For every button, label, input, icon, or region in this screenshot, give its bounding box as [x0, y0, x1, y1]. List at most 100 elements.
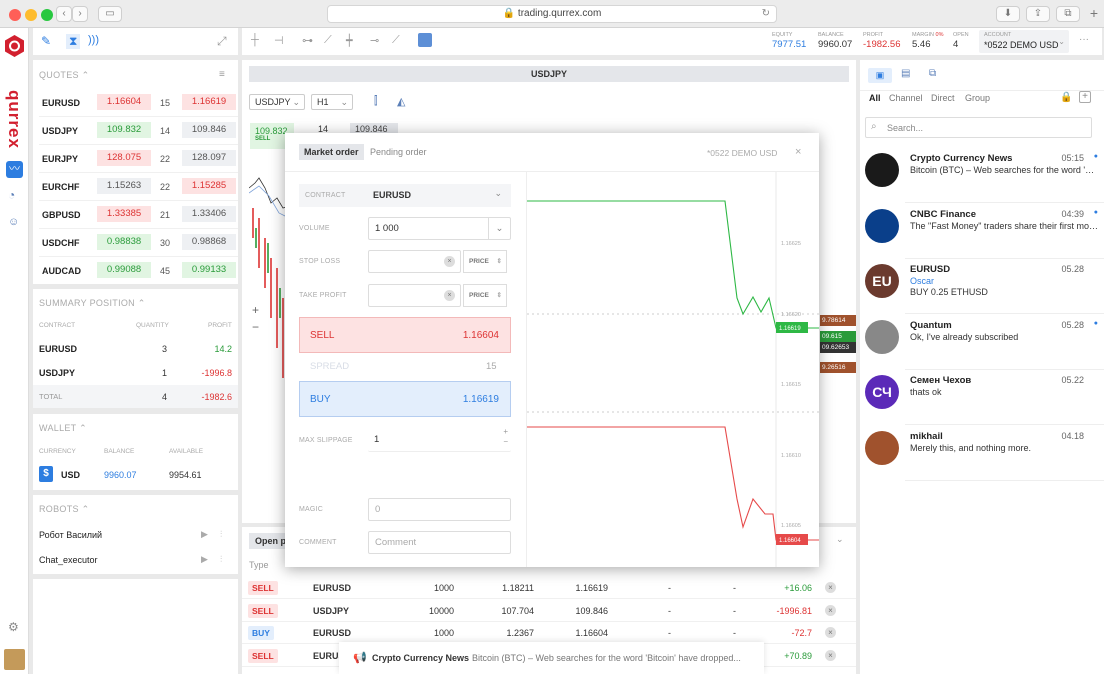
- segment-icon[interactable]: ⊶: [302, 34, 313, 47]
- quote-bid[interactable]: 109.832: [97, 122, 151, 138]
- folder-icon[interactable]: [418, 33, 432, 47]
- add-chat-icon[interactable]: +: [1079, 91, 1091, 103]
- list-icon[interactable]: ▤: [901, 68, 910, 79]
- tab-pending-order[interactable]: Pending order: [370, 147, 427, 157]
- contract-select[interactable]: CONTRACT EURUSD ⌄: [299, 184, 511, 207]
- sidebar-toggle-icon[interactable]: ▭: [98, 6, 122, 22]
- chat-item[interactable]: CNBC Finance 04:39 The "Fast Money" trader…: [860, 203, 1104, 259]
- tab-channel[interactable]: Channel: [889, 93, 923, 103]
- forward-icon[interactable]: ›: [72, 6, 88, 22]
- timeframe-select[interactable]: H1 ⌄: [311, 94, 353, 110]
- user-avatar[interactable]: [4, 649, 25, 670]
- quote-row[interactable]: GBPUSD 1.33385 21 1.33406: [33, 201, 238, 229]
- close-icon[interactable]: ×: [795, 146, 801, 158]
- horizontal-line-icon[interactable]: ⊣: [274, 34, 284, 47]
- quote-bid[interactable]: 0.98838: [97, 234, 151, 250]
- close-window-button[interactable]: [9, 9, 21, 21]
- quote-ask[interactable]: 0.98868: [182, 234, 236, 250]
- quote-ask[interactable]: 1.33406: [182, 206, 236, 222]
- pen-icon[interactable]: ✎: [41, 34, 51, 48]
- area-chart-icon[interactable]: ◭: [397, 95, 405, 108]
- tabs-icon[interactable]: ⧉: [1056, 6, 1080, 22]
- vertical-line-icon[interactable]: ┿: [346, 34, 353, 47]
- quote-row[interactable]: EURJPY 128.075 22 128.097: [33, 145, 238, 173]
- symbol-select[interactable]: USDJPY ⌄: [249, 94, 305, 110]
- chevron-down-icon[interactable]: ⌄: [836, 534, 844, 545]
- take-profit-price-toggle[interactable]: PRICE ⇕: [463, 284, 507, 307]
- quote-bid[interactable]: 1.33385: [97, 206, 151, 222]
- candles-icon[interactable]: ⫿: [374, 95, 378, 108]
- table-row[interactable]: SELL EURUSD 1000 1.18211 1.16619 - - +16.06 ×: [242, 577, 856, 599]
- quote-ask[interactable]: 128.097: [182, 150, 236, 166]
- robot-item[interactable]: Chat_executor: [39, 555, 98, 565]
- settings-gear-icon[interactable]: ⚙: [8, 620, 19, 634]
- take-profit-input[interactable]: ×: [368, 284, 461, 307]
- chevron-down-icon[interactable]: ⌄: [488, 218, 510, 239]
- zoom-window-button[interactable]: [41, 9, 53, 21]
- quote-ask[interactable]: 109.846: [182, 122, 236, 138]
- quote-ask[interactable]: 1.15285: [182, 178, 236, 194]
- copy-icon[interactable]: ⧉: [929, 68, 936, 79]
- quote-row[interactable]: AUDCAD 0.99088 45 0.99133: [33, 257, 238, 284]
- volume-input[interactable]: 1 000 ⌄: [368, 217, 511, 240]
- robot-icon[interactable]: ☺: [8, 216, 19, 228]
- trend-line-icon[interactable]: ⟋: [324, 34, 332, 47]
- play-icon[interactable]: ▶: [201, 529, 208, 540]
- quote-row[interactable]: EURUSD 1.16604 15 1.16619: [33, 89, 238, 117]
- play-icon[interactable]: ▶: [201, 554, 208, 565]
- zoom-out-icon[interactable]: −: [252, 320, 259, 334]
- stop-loss-input[interactable]: ×: [368, 250, 461, 273]
- chat-search-input[interactable]: ⌕ Search...: [865, 117, 1092, 138]
- quote-bid[interactable]: 128.075: [97, 150, 151, 166]
- table-row[interactable]: SELL USDJPY 10000 107.704 109.846 - - -1996.81 ×: [242, 600, 856, 622]
- chat-item[interactable]: Crypto Currency News 05:15 Bitcoin (BTC) –…: [860, 147, 1104, 203]
- more-icon[interactable]: ···: [1079, 34, 1089, 45]
- crosshair-icon[interactable]: ┼: [251, 34, 259, 46]
- hourglass-icon[interactable]: ⧗: [66, 34, 81, 49]
- quote-row[interactable]: USDCHF 0.98838 30 0.98868: [33, 229, 238, 257]
- chat-icon[interactable]: ▣: [868, 68, 892, 83]
- pie-chart-icon[interactable]: ◔: [8, 188, 15, 202]
- chat-item[interactable]: СЧ Семен Чехов 05.22 thats ok: [860, 369, 1104, 425]
- tab-open-positions[interactable]: Open p: [249, 533, 289, 549]
- download-icon[interactable]: ⬇: [996, 6, 1020, 22]
- slippage-stepper-icon[interactable]: + −: [503, 427, 508, 447]
- buy-button[interactable]: BUY 1.16619: [299, 381, 511, 417]
- close-order-icon[interactable]: ×: [825, 649, 836, 661]
- add-chart-icon[interactable]: ⤢: [217, 34, 227, 49]
- close-order-icon[interactable]: ×: [825, 604, 836, 616]
- quote-ask[interactable]: 1.16619: [182, 94, 236, 110]
- quote-row[interactable]: USDJPY 109.832 14 109.846: [33, 117, 238, 145]
- table-row[interactable]: BUY EURUSD 1000 1.2367 1.16604 - - -72.7 ×: [242, 622, 856, 644]
- tab-market-order[interactable]: Market order: [299, 144, 364, 160]
- chat-item[interactable]: mikhail 04.18 Merely this, and nothing mor…: [860, 425, 1104, 481]
- channel-icon[interactable]: ⟋: [392, 34, 400, 47]
- quote-ask[interactable]: 0.99133: [182, 262, 236, 278]
- magic-input[interactable]: 0: [368, 498, 511, 521]
- close-order-icon[interactable]: ×: [825, 627, 836, 638]
- rss-icon[interactable]: ))): [88, 34, 99, 46]
- quote-bid[interactable]: 0.99088: [97, 262, 151, 278]
- quote-row[interactable]: EURCHF 1.15263 22 1.15285: [33, 173, 238, 201]
- new-tab-icon[interactable]: +: [1086, 6, 1102, 22]
- robot-settings-icon[interactable]: ⫶: [220, 554, 222, 565]
- chat-item[interactable]: Quantum 05.28 Ok, I've already subscribed ●: [860, 314, 1104, 370]
- quote-bid[interactable]: 1.16604: [97, 94, 151, 110]
- address-bar[interactable]: 🔒 trading.qurrex.com ↻: [327, 5, 777, 23]
- tab-all[interactable]: All: [869, 93, 881, 103]
- notification-toast[interactable]: 📢 Crypto Currency News Bitcoin (BTC) – W…: [339, 642, 764, 674]
- quote-bid[interactable]: 1.15263: [97, 178, 151, 194]
- minimize-window-button[interactable]: [25, 9, 37, 21]
- slippage-input[interactable]: 1 + −: [368, 427, 511, 452]
- clear-icon[interactable]: ×: [444, 290, 455, 301]
- account-selector[interactable]: ACCOUNT *0522 DEMO USD ⌄: [979, 30, 1069, 53]
- share-icon[interactable]: ⇪: [1026, 6, 1050, 22]
- tab-direct[interactable]: Direct: [931, 93, 955, 103]
- back-icon[interactable]: ‹: [56, 6, 72, 22]
- clear-icon[interactable]: ×: [444, 256, 455, 267]
- close-order-icon[interactable]: ×: [825, 582, 836, 593]
- quotes-menu-icon[interactable]: ≡: [219, 69, 225, 80]
- stop-loss-price-toggle[interactable]: PRICE ⇕: [463, 250, 507, 273]
- ray-icon[interactable]: ⊸: [370, 34, 379, 47]
- lock-icon[interactable]: 🔒: [1060, 92, 1072, 103]
